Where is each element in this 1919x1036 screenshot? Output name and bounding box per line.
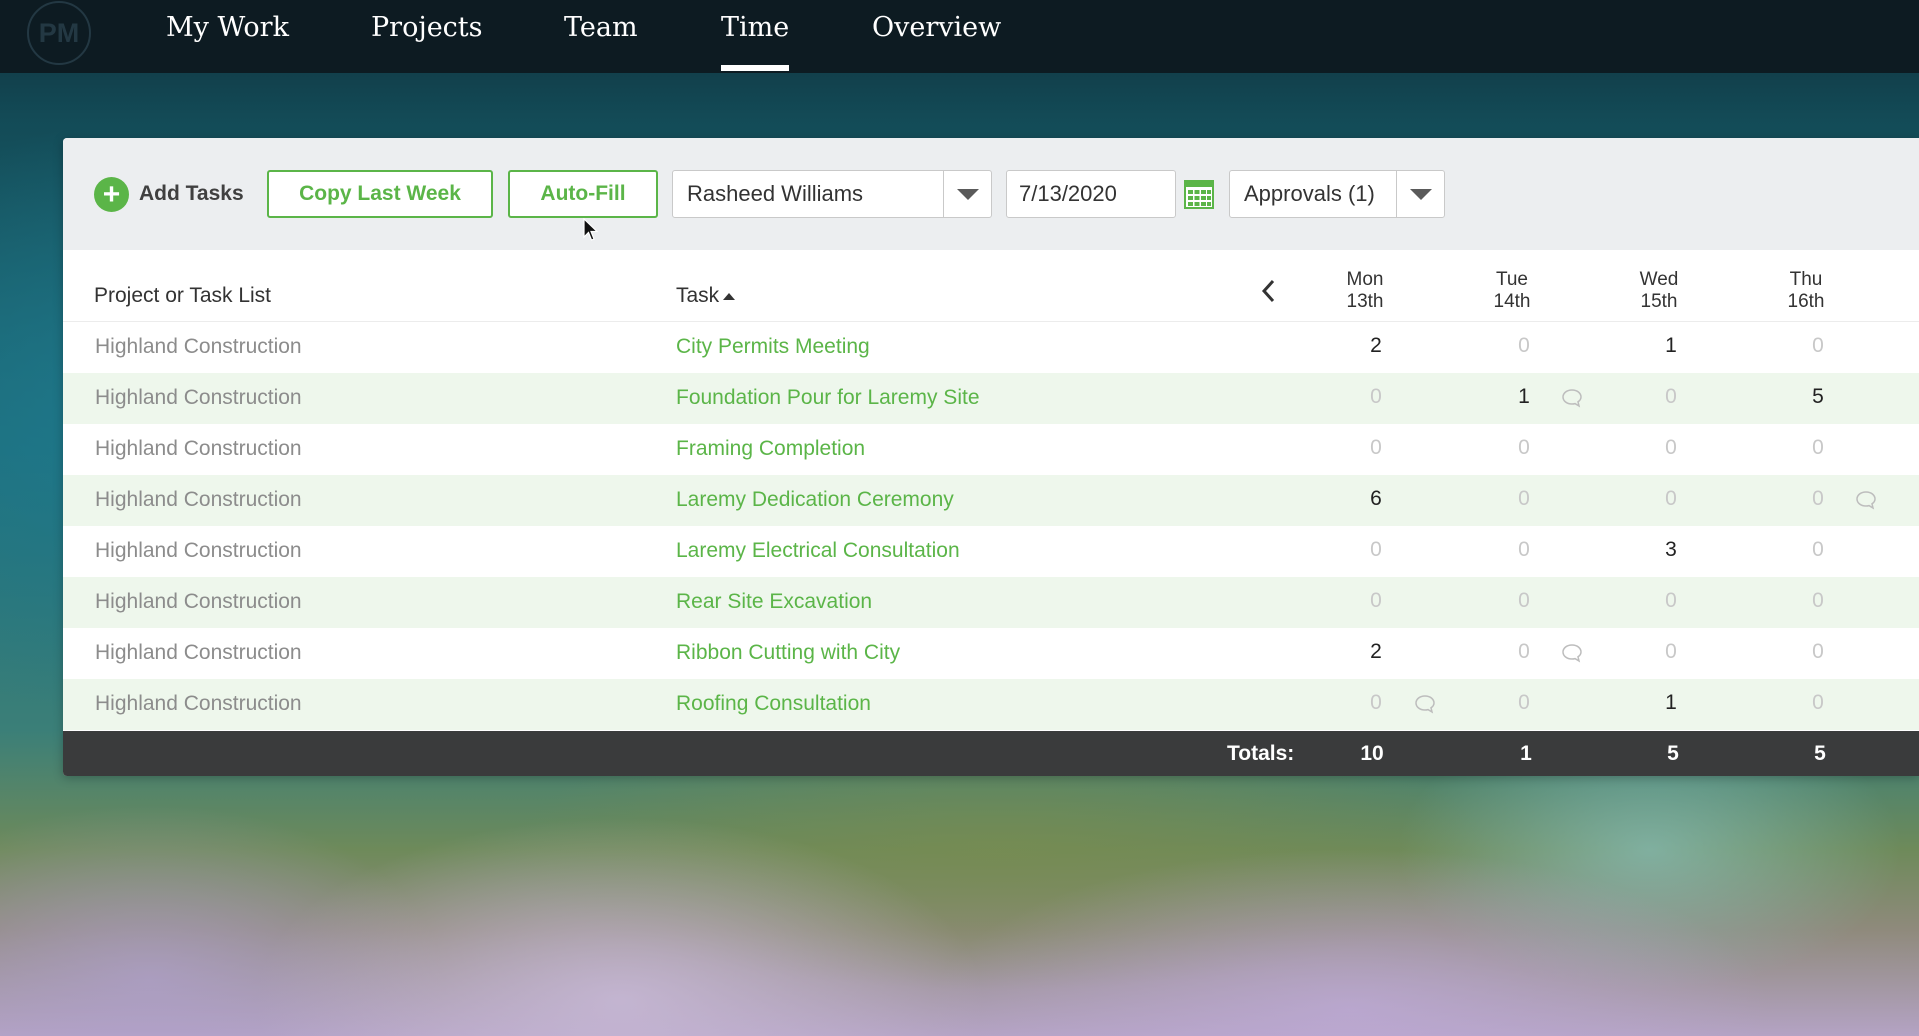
project-cell: Highland Construction (95, 437, 302, 460)
hours-cell[interactable]: 0 (1504, 691, 1544, 715)
hours-cell[interactable]: 0 (1651, 640, 1691, 664)
comment-icon[interactable] (1414, 694, 1436, 714)
day-header-mon: Mon 13th (1346, 269, 1384, 312)
table-row[interactable]: Highland Construction Framing Completion 0… (63, 424, 1919, 475)
chevron-down-icon[interactable] (943, 171, 991, 217)
table-row[interactable]: Highland Construction Foundation Pour for… (63, 373, 1919, 424)
total-wed: 5 (1667, 742, 1679, 765)
timesheet-toolbar: + Add Tasks Copy Last Week Auto-Fill Ras… (63, 138, 1919, 250)
hours-cell[interactable]: 0 (1356, 385, 1396, 409)
calendar-icon[interactable] (1183, 178, 1215, 210)
hours-cell[interactable]: 0 (1798, 487, 1838, 511)
approvals-select[interactable]: Approvals (1) (1229, 170, 1445, 218)
auto-fill-button[interactable]: Auto-Fill (508, 170, 658, 218)
totals-label: Totals: (1227, 742, 1295, 765)
hours-cell[interactable]: 0 (1504, 589, 1544, 613)
hours-cell[interactable]: 0 (1651, 487, 1691, 511)
hours-cell[interactable]: 0 (1798, 436, 1838, 460)
project-cell: Highland Construction (95, 386, 302, 409)
mouse-cursor-icon (583, 218, 599, 241)
hours-cell[interactable]: 0 (1504, 538, 1544, 562)
hours-cell[interactable]: 0 (1798, 691, 1838, 715)
hours-cell[interactable]: 0 (1798, 640, 1838, 664)
hours-cell[interactable]: 0 (1356, 538, 1396, 562)
table-header: Project or Task List Task Mon 13th Tue 14t… (63, 250, 1919, 322)
project-cell: Highland Construction (95, 692, 302, 715)
task-link[interactable]: Rear Site Excavation (676, 590, 872, 614)
nav-time[interactable]: Time (721, 12, 790, 71)
project-cell: Highland Construction (95, 539, 302, 562)
user-select[interactable]: Rasheed Williams (672, 170, 992, 218)
comment-icon[interactable] (1855, 490, 1877, 510)
hours-cell[interactable]: 0 (1504, 640, 1544, 664)
nav-projects[interactable]: Projects (371, 12, 483, 48)
task-link[interactable]: Framing Completion (676, 437, 865, 461)
table-row[interactable]: Highland Construction City Permits Meetin… (63, 322, 1919, 373)
hours-cell[interactable]: 0 (1504, 334, 1544, 358)
hours-cell[interactable]: 0 (1798, 589, 1838, 613)
total-mon: 10 (1360, 742, 1384, 765)
totals-row: Totals: 10 1 5 5 (63, 731, 1919, 776)
approvals-select-value: Approvals (1) (1244, 181, 1375, 206)
nav-team[interactable]: Team (564, 12, 638, 48)
task-link[interactable]: City Permits Meeting (676, 335, 870, 359)
hours-cell[interactable]: 0 (1651, 385, 1691, 409)
plus-icon: + (94, 176, 129, 212)
copy-last-week-button[interactable]: Copy Last Week (267, 170, 493, 218)
hours-cell[interactable]: 5 (1798, 385, 1838, 409)
task-link[interactable]: Foundation Pour for Laremy Site (676, 386, 980, 410)
column-header-project[interactable]: Project or Task List (94, 284, 271, 308)
top-navigation: PM My Work Projects Team Time Overview (0, 0, 1919, 73)
total-thu: 5 (1814, 742, 1826, 765)
comment-icon[interactable] (1561, 643, 1583, 663)
table-row[interactable]: Highland Construction Laremy Dedication C… (63, 475, 1919, 526)
day-header-tue: Tue 14th (1493, 269, 1531, 312)
column-header-task[interactable]: Task (676, 284, 736, 308)
table-row[interactable]: Highland Construction Rear Site Excavatio… (63, 577, 1919, 628)
chevron-down-icon[interactable] (1396, 171, 1444, 217)
table-row[interactable]: Highland Construction Laremy Electrical C… (63, 526, 1919, 577)
day-header-thu: Thu 16th (1787, 269, 1825, 312)
project-cell: Highland Construction (95, 335, 302, 358)
hours-cell[interactable]: 6 (1356, 487, 1396, 511)
hours-cell[interactable]: 0 (1504, 436, 1544, 460)
task-link[interactable]: Roofing Consultation (676, 692, 871, 716)
project-cell: Highland Construction (95, 488, 302, 511)
nav-overview[interactable]: Overview (872, 12, 1001, 48)
project-cell: Highland Construction (95, 590, 302, 613)
pm-logo[interactable]: PM (27, 1, 91, 65)
add-tasks-label: Add Tasks (139, 182, 244, 205)
hours-cell[interactable]: 0 (1798, 334, 1838, 358)
hours-cell[interactable]: 0 (1651, 436, 1691, 460)
column-header-task-label: Task (676, 284, 720, 307)
hours-cell[interactable]: 1 (1651, 334, 1691, 358)
hours-cell[interactable]: 2 (1356, 334, 1396, 358)
timesheet-panel: + Add Tasks Copy Last Week Auto-Fill Ras… (63, 138, 1919, 776)
hours-cell[interactable]: 2 (1356, 640, 1396, 664)
project-cell: Highland Construction (95, 641, 302, 664)
hours-cell[interactable]: 0 (1798, 538, 1838, 562)
week-date-input[interactable]: 7/13/2020 (1006, 170, 1176, 218)
hours-cell[interactable]: 0 (1356, 436, 1396, 460)
day-header-wed: Wed 15th (1639, 269, 1679, 312)
comment-icon[interactable] (1561, 388, 1583, 408)
sort-ascending-icon (723, 292, 736, 300)
nav-my-work[interactable]: My Work (166, 12, 289, 48)
hours-cell[interactable]: 0 (1356, 589, 1396, 613)
hours-cell[interactable]: 0 (1651, 589, 1691, 613)
task-link[interactable]: Laremy Dedication Ceremony (676, 488, 954, 512)
task-link[interactable]: Laremy Electrical Consultation (676, 539, 960, 563)
hours-cell[interactable]: 0 (1504, 487, 1544, 511)
chevron-left-icon[interactable] (1258, 278, 1280, 304)
table-row[interactable]: Highland Construction Ribbon Cutting with… (63, 628, 1919, 679)
total-tue: 1 (1520, 742, 1532, 765)
hours-cell[interactable]: 0 (1356, 691, 1396, 715)
table-row[interactable]: Highland Construction Roofing Consultatio… (63, 679, 1919, 730)
hours-cell[interactable]: 3 (1651, 538, 1691, 562)
user-select-value: Rasheed Williams (687, 181, 864, 206)
add-tasks-button[interactable]: + Add Tasks (94, 176, 244, 212)
task-link[interactable]: Ribbon Cutting with City (676, 641, 900, 665)
hours-cell[interactable]: 1 (1504, 385, 1544, 409)
hours-cell[interactable]: 1 (1651, 691, 1691, 715)
